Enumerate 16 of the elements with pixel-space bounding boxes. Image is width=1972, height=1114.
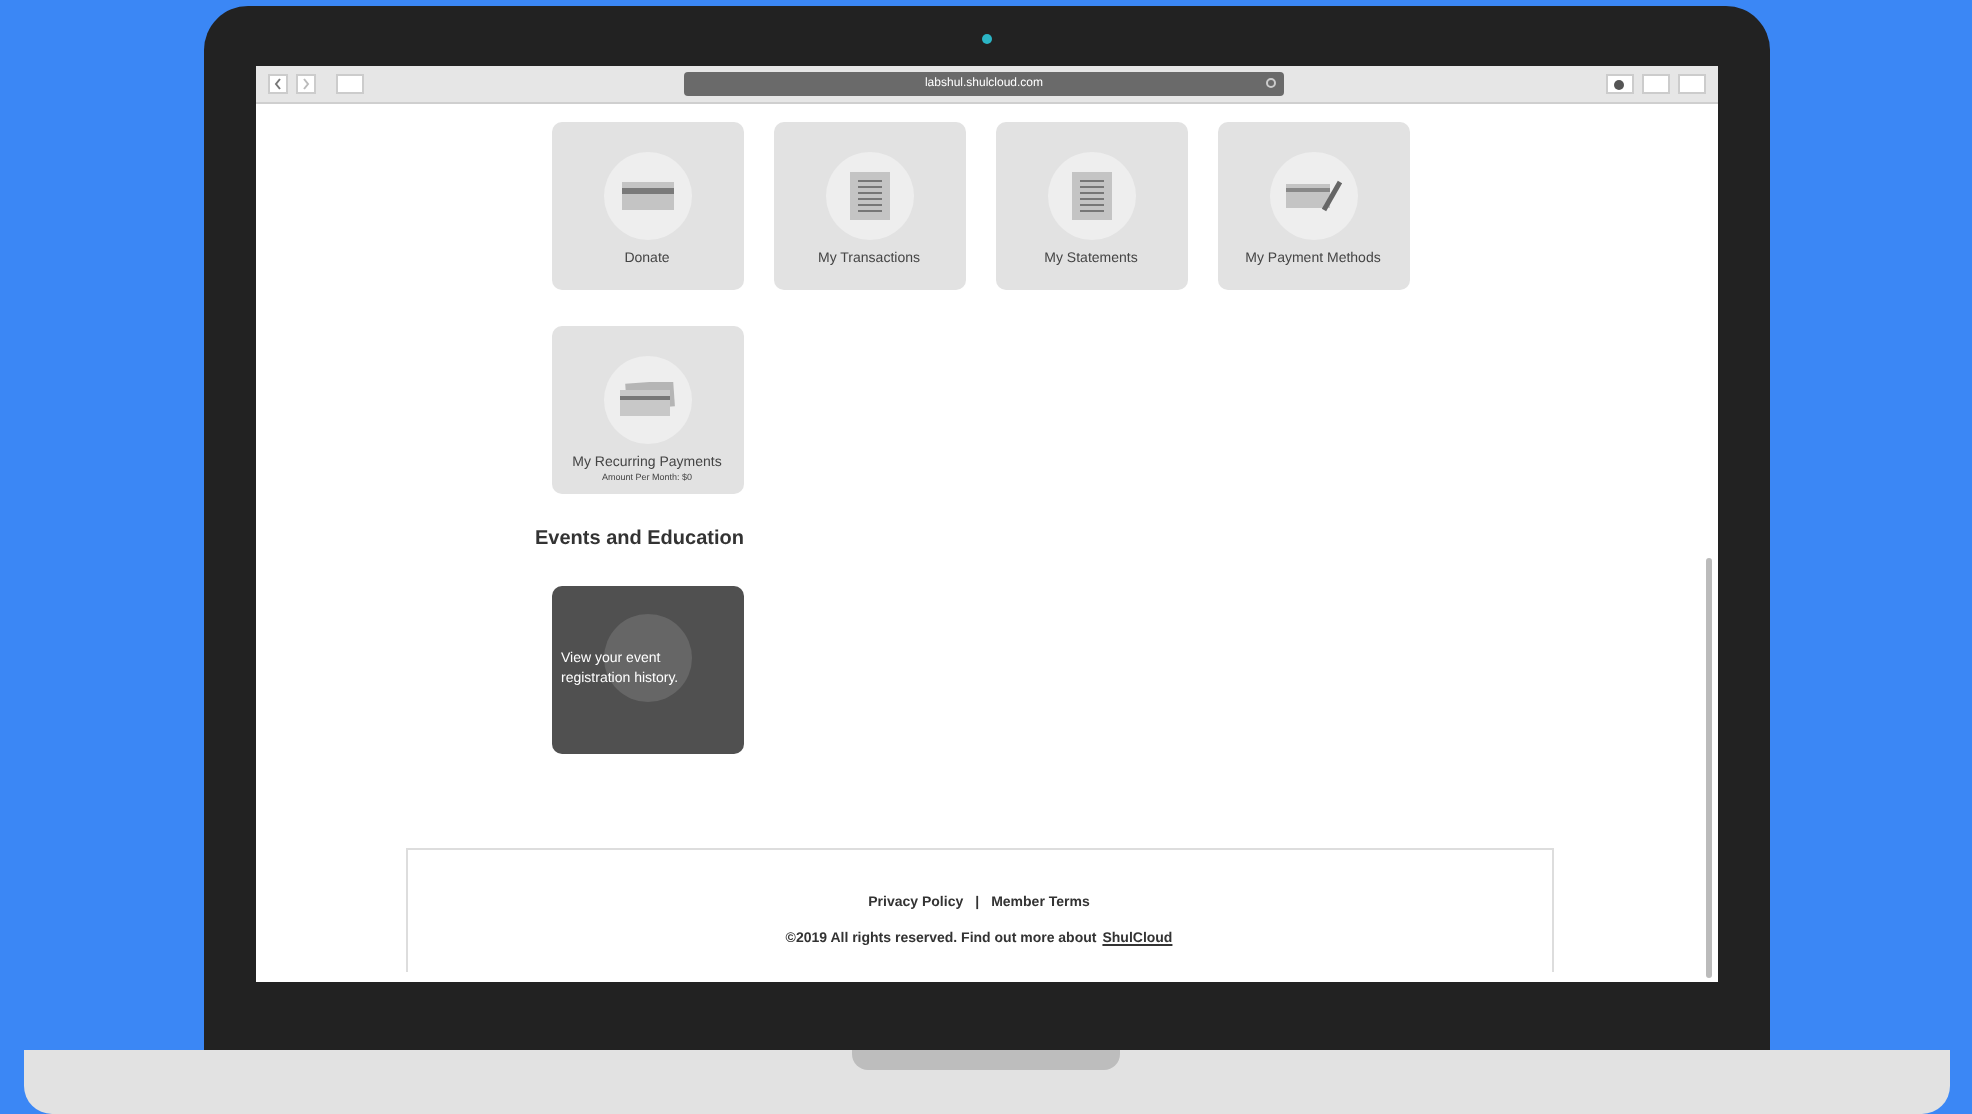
document-icon: [849, 172, 889, 220]
card-pen-icon: [1285, 180, 1341, 212]
document-icon: [1071, 172, 1111, 220]
chevron-right-icon: [301, 78, 309, 90]
cards-icon: [619, 382, 675, 418]
card-icon: [621, 182, 673, 210]
reload-icon[interactable]: [1266, 78, 1276, 88]
forward-button[interactable]: [295, 74, 315, 94]
section-heading: Events and Education: [535, 530, 746, 550]
camera-icon: [981, 34, 991, 44]
chevron-left-icon: [273, 78, 281, 90]
scrollbar-thumb[interactable]: [1705, 558, 1711, 978]
download-button[interactable]: [1605, 74, 1633, 94]
tabs-button[interactable]: [1677, 74, 1705, 94]
back-button[interactable]: [267, 74, 287, 94]
sidebar-button[interactable]: [335, 74, 363, 94]
